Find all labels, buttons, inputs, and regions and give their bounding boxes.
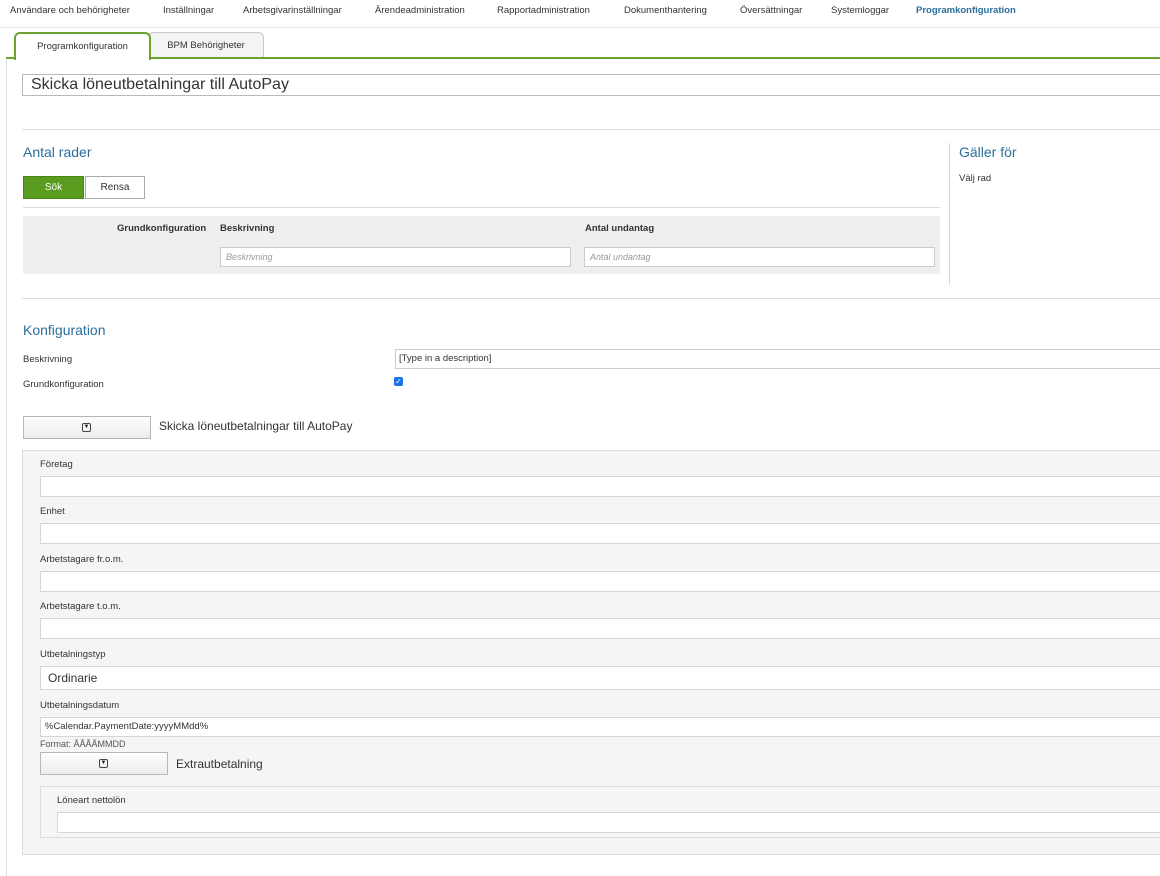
grundkonfiguration-checkbox[interactable]: ✓	[394, 377, 403, 386]
config-title-field[interactable]: Skicka löneutbetalningar till AutoPay	[22, 74, 1160, 96]
enhet-input[interactable]	[40, 523, 1160, 544]
autopay-expand-button[interactable]: ▼	[23, 416, 151, 439]
filter-beskrivning-input[interactable]: Beskrivning	[220, 247, 571, 267]
konfiguration-title: Konfiguration	[23, 322, 106, 338]
nav-oversattningar[interactable]: Översättningar	[740, 5, 802, 16]
extrautbetalning-expand-button[interactable]: ▼	[40, 752, 168, 775]
nav-dokumenthantering[interactable]: Dokumenthantering	[624, 5, 707, 16]
divider	[22, 298, 1160, 299]
nav-arendeadministration[interactable]: Ärendeadministration	[375, 5, 465, 16]
loneart-nettolon-input[interactable]	[57, 812, 1160, 833]
nav-installningar[interactable]: Inställningar	[163, 5, 214, 16]
nav-arbetsgivarinstallningar[interactable]: Arbetsgivarinställningar	[243, 5, 342, 16]
arbetstagare-from-label: Arbetstagare fr.o.m.	[40, 554, 124, 565]
content-left-border	[6, 60, 7, 876]
utbetalningstyp-select[interactable]: Ordinarie	[40, 666, 1160, 690]
vertical-divider	[949, 143, 950, 285]
antal-rader-title: Antal rader	[23, 144, 92, 160]
beskrivning-label: Beskrivning	[23, 354, 73, 365]
loneart-nettolon-label: Löneart nettolön	[57, 795, 126, 806]
format-hint: Format: ÅÅÅÅMMDD	[40, 739, 126, 749]
nav-rapportadministration[interactable]: Rapportadministration	[497, 5, 590, 16]
foretag-label: Företag	[40, 459, 73, 470]
column-header-antal-undantag[interactable]: Antal undantag	[585, 223, 654, 234]
foretag-input[interactable]	[40, 476, 1160, 497]
enhet-label: Enhet	[40, 506, 65, 517]
tab-bpm-behorigheter[interactable]: BPM Behörigheter	[148, 32, 264, 58]
galler-for-title: Gäller för	[959, 144, 1017, 160]
grundkonfiguration-label: Grundkonfiguration	[23, 379, 104, 390]
clear-button[interactable]: Rensa	[85, 176, 145, 199]
autopay-section-label: Skicka löneutbetalningar till AutoPay	[159, 419, 353, 433]
column-header-beskrivning[interactable]: Beskrivning	[220, 223, 274, 234]
tab-underline	[6, 57, 1160, 59]
nav-anvandare[interactable]: Användare och behörigheter	[10, 5, 130, 16]
filter-antal-undantag-input[interactable]: Antal undantag	[584, 247, 935, 267]
divider	[22, 129, 1160, 130]
arbetstagare-tom-label: Arbetstagare t.o.m.	[40, 601, 121, 612]
utbetalningsdatum-input[interactable]: %Calendar.PaymentDate:yyyyMMdd%	[40, 717, 1160, 737]
results-grid: Grundkonfiguration Beskrivning Antal und…	[23, 216, 940, 274]
nav-programkonfiguration[interactable]: Programkonfiguration	[916, 5, 1016, 16]
column-header-grundkonfiguration[interactable]: Grundkonfiguration	[117, 223, 206, 234]
divider	[23, 207, 940, 208]
utbetalningstyp-label: Utbetalningstyp	[40, 649, 106, 660]
arbetstagare-tom-input[interactable]	[40, 618, 1160, 639]
top-navigation: Användare och behörigheter Inställningar…	[0, 0, 1160, 28]
galler-for-hint: Välj rad	[959, 173, 992, 184]
chevron-down-icon: ▼	[99, 758, 108, 768]
extrautbetalning-label: Extrautbetalning	[176, 757, 263, 771]
chevron-down-icon: ▼	[82, 422, 91, 432]
search-button[interactable]: Sök	[23, 176, 84, 199]
beskrivning-input[interactable]: [Type in a description]	[395, 349, 1160, 369]
tab-programkonfiguration[interactable]: Programkonfiguration	[14, 32, 151, 60]
utbetalningsdatum-label: Utbetalningsdatum	[40, 700, 120, 711]
nav-systemloggar[interactable]: Systemloggar	[831, 5, 889, 16]
arbetstagare-from-input[interactable]	[40, 571, 1160, 592]
